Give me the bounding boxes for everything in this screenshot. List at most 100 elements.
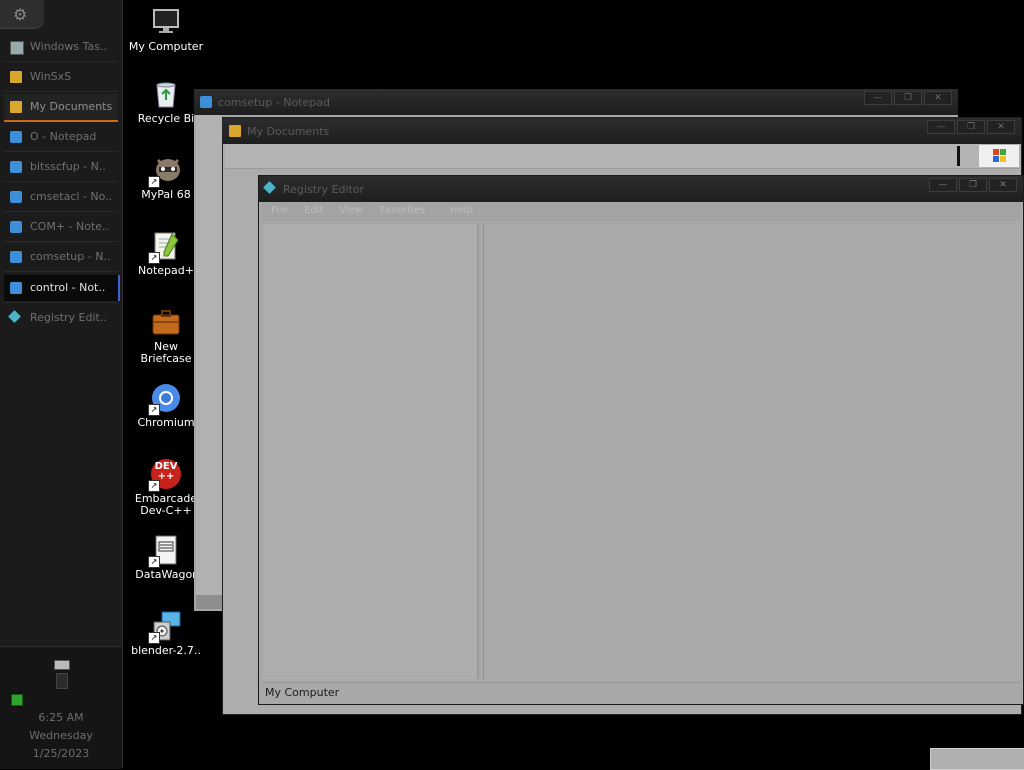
- notepad-icon: [10, 251, 22, 263]
- divider: [4, 271, 118, 272]
- close-button[interactable]: ✕: [987, 120, 1015, 134]
- menu-favorites[interactable]: Favorites: [380, 205, 425, 216]
- desktop-icon-blender-installer[interactable]: ↗ blender-2.7..: [125, 610, 207, 657]
- windows-logo-icon: [979, 145, 1019, 167]
- taskbar-item-label: My Documents: [30, 100, 113, 113]
- maximize-button[interactable]: ❐: [894, 91, 922, 105]
- menu-view[interactable]: View: [339, 205, 363, 216]
- sidebar-taskbar: ⚙ Windows Tas.. WinSxS My Documents O - …: [0, 0, 123, 769]
- window-title: Registry Editor: [283, 183, 365, 196]
- menu-help[interactable]: Help: [450, 205, 473, 216]
- notepad-scrollbar[interactable]: [196, 595, 224, 609]
- shortcut-arrow-icon: ↗: [148, 252, 160, 264]
- my-documents-toolbar: [225, 144, 1019, 169]
- folder-icon: [229, 125, 241, 137]
- keyboard-icon[interactable]: [54, 660, 70, 670]
- registry-key-tree[interactable]: [263, 224, 479, 679]
- divider: [4, 91, 118, 92]
- briefcase-icon: [150, 306, 182, 338]
- datawagon-icon: ↗: [148, 534, 182, 568]
- notepad-icon: [200, 96, 212, 108]
- notepad-icon: [10, 191, 22, 203]
- menu-bar: File Edit View Favorites Help: [262, 202, 1020, 221]
- desktop-icon-label: My Computer: [128, 40, 204, 53]
- devcpp-icon: DEV ++ ↗: [148, 458, 182, 492]
- shortcut-arrow-icon: ↗: [148, 176, 160, 188]
- taskbar-item-label: O - Notepad: [30, 130, 97, 143]
- taskbar-item-bitsscfup[interactable]: bitsscfup - N..: [4, 154, 118, 180]
- shortcut-arrow-icon: ↗: [148, 480, 160, 492]
- background-window-edge[interactable]: [930, 748, 1024, 770]
- status-bar: My Computer: [262, 682, 1020, 701]
- divider: [4, 61, 118, 62]
- taskbar-item-registry-editor[interactable]: Registry Edit..: [4, 305, 118, 331]
- window-title: comsetup - Notepad: [218, 96, 330, 109]
- close-button[interactable]: ✕: [924, 91, 952, 105]
- blender-installer-icon: ↗: [148, 610, 182, 644]
- divider: [4, 302, 118, 303]
- registry-editor-titlebar[interactable]: Registry Editor — ❐ ✕: [259, 176, 1023, 202]
- menu-file[interactable]: File: [271, 205, 288, 216]
- window-title: My Documents: [247, 125, 330, 138]
- minimize-button[interactable]: —: [929, 178, 957, 192]
- status-path: My Computer: [265, 686, 340, 699]
- taskbar-item-label: Registry Edit..: [30, 311, 107, 324]
- registry-editor-window[interactable]: Registry Editor — ❐ ✕ File Edit View Favor…: [258, 175, 1024, 705]
- taskbar-item-label: cmsetacl - No..: [30, 190, 113, 203]
- registry-icon: [263, 181, 276, 194]
- volume-slider[interactable]: [56, 673, 68, 689]
- notepad-icon: [10, 161, 22, 173]
- taskbar-item-label: COM+ - Note..: [30, 220, 110, 233]
- taskbar-item-label: control - Not..: [30, 281, 106, 294]
- notepad-edit-area[interactable]: [196, 115, 223, 595]
- divider: [957, 146, 960, 166]
- taskbar-item-complus[interactable]: COM+ - Note..: [4, 214, 118, 240]
- notepad-icon: [10, 221, 22, 233]
- clock-date[interactable]: 1/25/2023: [0, 747, 122, 760]
- notepad-titlebar[interactable]: comsetup - Notepad — ❐ ✕: [194, 89, 958, 115]
- taskbar-item-label: Windows Tas..: [30, 40, 107, 53]
- folder-icon: [10, 101, 22, 113]
- system-tray: 6:25 AM Wednesday 1/25/2023: [0, 646, 122, 769]
- taskbar-item-label: comsetup - N..: [30, 250, 111, 263]
- folder-icon: [10, 71, 22, 83]
- devcpp-badge-text: DEV ++: [154, 461, 178, 482]
- recycle-bin-icon: [150, 78, 182, 110]
- my-documents-titlebar[interactable]: My Documents — ❐ ✕: [223, 118, 1021, 144]
- maximize-button[interactable]: ❐: [959, 178, 987, 192]
- divider: [4, 181, 118, 182]
- registry-value-list[interactable]: [483, 224, 1022, 679]
- gear-icon: ⚙: [13, 5, 28, 24]
- taskbar-item-cmsetacl[interactable]: cmsetacl - No..: [4, 184, 118, 210]
- notepad-plus-icon: ↗: [148, 230, 182, 264]
- taskbar-item-my-documents[interactable]: My Documents: [4, 94, 118, 122]
- taskbar-item-comsetup[interactable]: comsetup - N..: [4, 244, 118, 270]
- divider: [4, 151, 118, 152]
- clock-time[interactable]: 6:25 AM: [0, 711, 122, 724]
- status-led-icon[interactable]: [11, 694, 23, 706]
- minimize-button[interactable]: —: [927, 120, 955, 134]
- shortcut-arrow-icon: ↗: [148, 556, 160, 568]
- taskbar-item-winsxs[interactable]: WinSxS: [4, 64, 118, 90]
- shortcut-arrow-icon: ↗: [148, 632, 160, 644]
- menu-edit[interactable]: Edit: [304, 205, 323, 216]
- taskbar-item-windows-task[interactable]: Windows Tas..: [4, 34, 118, 60]
- clock-day[interactable]: Wednesday: [0, 729, 122, 742]
- monitor-icon: [10, 41, 24, 55]
- desktop-icon-my-computer[interactable]: My Computer: [125, 6, 207, 53]
- close-button[interactable]: ✕: [989, 178, 1017, 192]
- taskbar-item-o-notepad[interactable]: O - Notepad: [4, 124, 118, 150]
- maximize-button[interactable]: ❐: [957, 120, 985, 134]
- taskbar-item-label: WinSxS: [30, 70, 72, 83]
- registry-icon: [8, 310, 21, 323]
- start-button[interactable]: ⚙: [0, 0, 44, 29]
- desktop-icon-label: blender-2.7..: [131, 644, 201, 657]
- taskbar-item-label: bitsscfup - N..: [30, 160, 106, 173]
- chromium-icon: ↗: [148, 382, 182, 416]
- minimize-button[interactable]: —: [864, 91, 892, 105]
- monitor-icon: [150, 6, 182, 38]
- divider: [4, 211, 118, 212]
- notepad-icon: [10, 282, 22, 294]
- taskbar-item-control[interactable]: control - Not..: [4, 275, 120, 301]
- shortcut-arrow-icon: ↗: [148, 404, 160, 416]
